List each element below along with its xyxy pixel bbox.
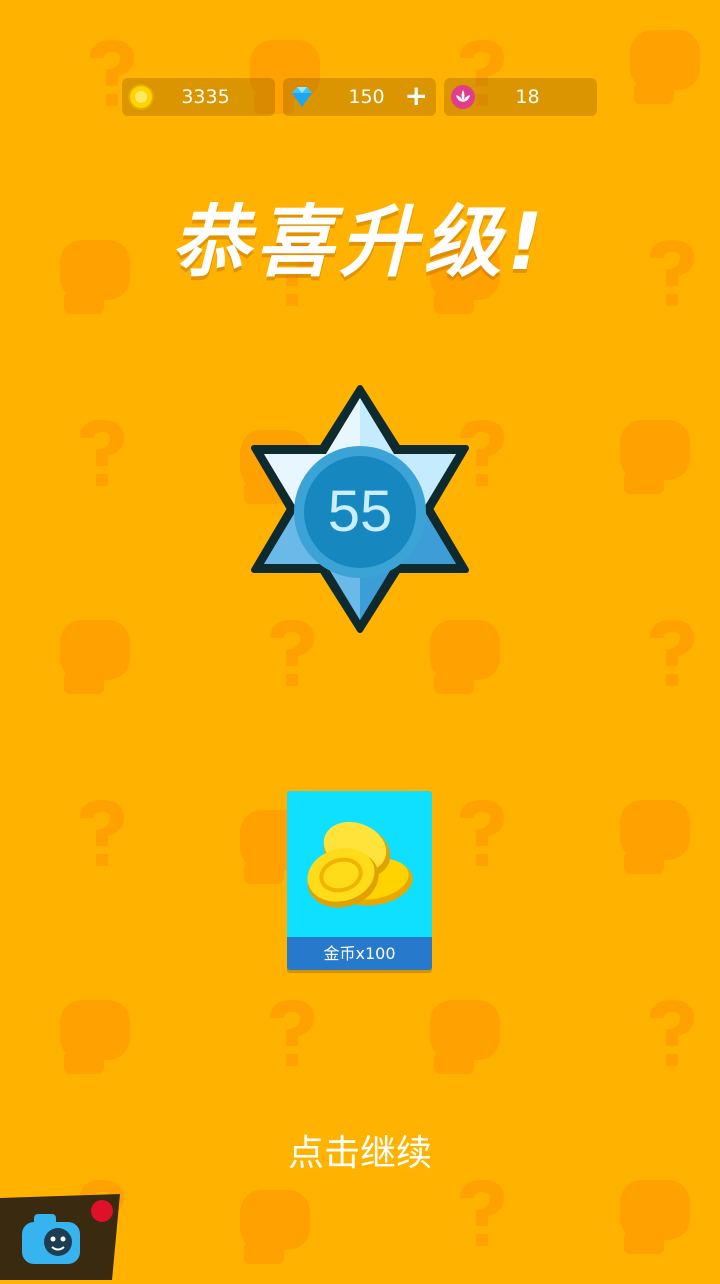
lotus-counter: 18: [444, 78, 597, 116]
lotus-count: 18: [515, 86, 540, 108]
tap-to-continue[interactable]: 点击继续: [0, 1124, 720, 1176]
diamond-icon: [292, 87, 312, 107]
add-diamonds-button[interactable]: +: [405, 78, 428, 114]
reward-label: 金币x100: [287, 937, 432, 970]
diamond-counter: 150 +: [283, 78, 436, 116]
gold-coins-icon: [307, 821, 413, 908]
lotus-icon: [451, 85, 475, 109]
coin-icon: [128, 84, 154, 110]
diamond-count: 150: [348, 86, 385, 108]
level-badge: 55: [248, 384, 472, 634]
reward-card: 金币x100: [287, 791, 432, 970]
coin-count: 3335: [181, 86, 230, 108]
coin-counter: 3335: [122, 78, 275, 116]
notification-dot: [91, 1200, 113, 1222]
level-up-title: 恭喜升级!: [171, 198, 549, 288]
resource-bar: 3335 150 + 18: [122, 78, 598, 116]
level-number: 55: [327, 479, 393, 544]
camera-button[interactable]: [0, 1194, 122, 1280]
